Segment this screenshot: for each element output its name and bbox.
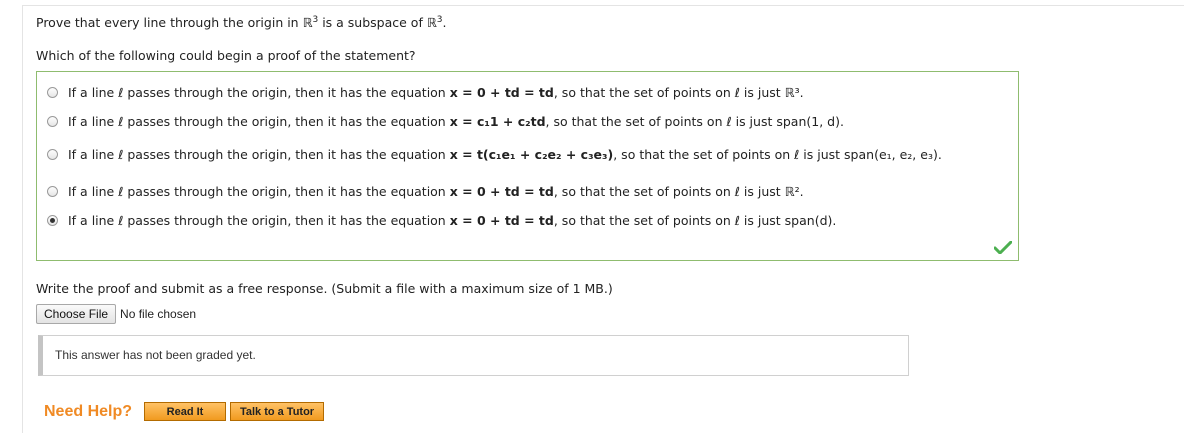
free-response-prompt: Write the proof and submit as a free res… xyxy=(36,281,613,296)
option-1-text: If a line ℓ passes through the origin, t… xyxy=(68,85,804,100)
radio-option-5-selected[interactable] xyxy=(47,215,58,226)
answer-options: If a line ℓ passes through the origin, t… xyxy=(36,71,1019,261)
option-5[interactable]: If a line ℓ passes through the origin, t… xyxy=(47,213,836,228)
read-it-button[interactable]: Read It xyxy=(144,402,227,421)
option-4[interactable]: If a line ℓ passes through the origin, t… xyxy=(47,184,804,199)
option-1[interactable]: If a line ℓ passes through the origin, t… xyxy=(47,85,804,100)
option-2[interactable]: If a line ℓ passes through the origin, t… xyxy=(47,114,844,129)
talk-to-tutor-button[interactable]: Talk to a Tutor xyxy=(230,402,325,421)
option-5-text: If a line ℓ passes through the origin, t… xyxy=(68,213,837,228)
option-4-text: If a line ℓ passes through the origin, t… xyxy=(68,184,804,199)
file-status: No file chosen xyxy=(120,307,197,321)
option-3[interactable]: If a line ℓ passes through the origin, t… xyxy=(47,147,942,162)
help-bar: Need Help? Read It Talk to a Tutor xyxy=(44,402,328,421)
file-upload: Choose File No file chosen xyxy=(36,304,196,324)
option-2-text: If a line ℓ passes through the origin, t… xyxy=(68,114,844,129)
question-prompt: Which of the following could begin a pro… xyxy=(36,48,416,63)
radio-option-2[interactable] xyxy=(47,116,58,127)
left-divider xyxy=(22,5,23,433)
radio-option-3[interactable] xyxy=(47,149,58,160)
top-divider xyxy=(22,5,1184,6)
choose-file-button[interactable]: Choose File xyxy=(36,304,117,324)
grading-status: This answer has not been graded yet. xyxy=(38,335,909,376)
option-3-text: If a line ℓ passes through the origin, t… xyxy=(68,147,942,162)
need-help-label: Need Help? xyxy=(44,402,133,420)
question-text: Prove that every line through the origin… xyxy=(36,15,447,30)
checkmark-icon xyxy=(994,241,1012,254)
radio-option-1[interactable] xyxy=(47,87,58,98)
radio-option-4[interactable] xyxy=(47,186,58,197)
